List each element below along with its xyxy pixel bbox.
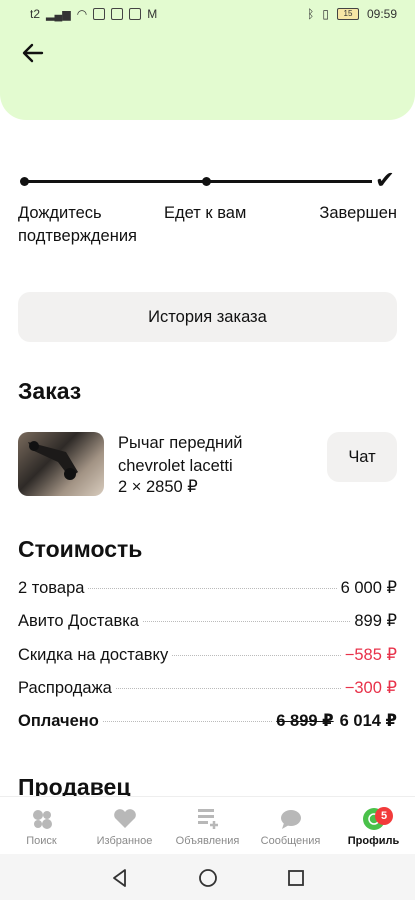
dotted-leader (115, 688, 341, 689)
cost-row-label: Авито Доставка (18, 612, 139, 630)
dotted-leader (88, 588, 337, 589)
check-icon: ✔ (374, 167, 395, 194)
system-home-icon[interactable] (196, 866, 220, 890)
heart-icon (113, 809, 136, 828)
dotted-leader (102, 721, 273, 722)
cost-row-value: 899 ₽ (354, 612, 397, 630)
bluetooth-icon: ᛒ (307, 7, 315, 21)
paid-total-value: 6 014 ₽ (339, 712, 397, 730)
nav-label: Объявления (175, 835, 240, 847)
step-label-confirm: Дождитесь подтверждения (18, 204, 137, 245)
nav-ads[interactable]: Объявления (166, 801, 249, 847)
system-back-icon[interactable] (108, 866, 132, 890)
order-progress: ✔ (20, 167, 395, 198)
app-notification-icon (93, 8, 106, 20)
progress-dot (202, 177, 211, 186)
back-arrow-icon[interactable] (20, 40, 50, 70)
nav-label: Профиль (347, 835, 400, 847)
step-label-shipping: Едет к вам (164, 204, 247, 222)
item-thumbnail[interactable] (18, 432, 104, 496)
cost-row: Авито Доставка 899 ₽ (18, 611, 397, 637)
system-nav-bar (0, 854, 415, 900)
old-total-value: 6 899 ₽ (276, 712, 334, 730)
item-title[interactable]: Рычаг передний chevrolet lacetti (118, 432, 308, 478)
nav-label: Избранное (96, 835, 153, 847)
system-recents-icon[interactable] (284, 866, 308, 890)
nav-search[interactable]: Поиск (0, 801, 83, 847)
cost-title: Стоимость (18, 536, 143, 562)
cost-row-value: 6 000 ₽ (340, 579, 397, 597)
cost-total-value: 6 899 ₽ 6 014 ₽ (276, 711, 397, 731)
header (0, 30, 415, 120)
vibrate-icon: ▯ (322, 7, 329, 21)
app-notification-icon (129, 8, 142, 20)
progress-line (210, 180, 372, 183)
order-title: Заказ (18, 378, 82, 404)
status-left: t2 ▂▄▆ ◠ M (30, 7, 157, 21)
status-bar: t2 ▂▄▆ ◠ M ᛒ ▯ 15 09:59 (0, 0, 415, 30)
cost-row-label: Скидка на доставку (18, 646, 169, 664)
nav-favorites[interactable]: Избранное (83, 801, 166, 847)
chat-button[interactable]: Чат (327, 432, 397, 482)
mail-icon: M (147, 7, 158, 21)
cost-row: 2 товара 6 000 ₽ (18, 578, 397, 604)
step-label-complete: Завершен (319, 204, 397, 222)
carrier-label: t2 (30, 7, 41, 21)
nav-messages[interactable]: Сообщения (249, 801, 332, 847)
ads-icon (197, 809, 218, 829)
cost-row: Скидка на доставку −585 ₽ (18, 645, 397, 671)
nav-profile[interactable]: 5 Профиль (332, 801, 415, 847)
cost-row-label: 2 товара (18, 579, 85, 597)
signal-icon: ▂▄▆ (46, 8, 71, 21)
wifi-icon: ◠ (76, 7, 88, 21)
nav-label: Поиск (26, 835, 57, 847)
battery-icon: 15 (336, 8, 359, 20)
cost-row: Распродажа −300 ₽ (18, 678, 397, 704)
app-notification-icon (111, 8, 124, 20)
cost-total-row: Оплачено 6 899 ₽ 6 014 ₽ (18, 711, 397, 737)
status-right: ᛒ ▯ 15 09:59 (307, 7, 397, 21)
notification-badge: 5 (375, 807, 393, 825)
progress-dot (20, 177, 29, 186)
search-icon (32, 810, 52, 829)
cost-row-label: Распродажа (18, 679, 112, 697)
nav-label: Сообщения (260, 835, 321, 847)
chat-icon (280, 810, 301, 829)
progress-line (24, 180, 208, 183)
dotted-leader (172, 655, 341, 656)
dotted-leader (142, 621, 351, 622)
cost-total-label: Оплачено (18, 712, 99, 730)
bottom-nav: Поиск Избранное Объявления Сообщения 5 П… (0, 796, 415, 854)
cost-row-value: −585 ₽ (344, 646, 397, 664)
item-price: 2 × 2850 ₽ (118, 478, 198, 496)
cost-row-value: −300 ₽ (344, 679, 397, 697)
order-history-button[interactable]: История заказа (18, 292, 397, 342)
clock: 09:59 (366, 7, 397, 21)
